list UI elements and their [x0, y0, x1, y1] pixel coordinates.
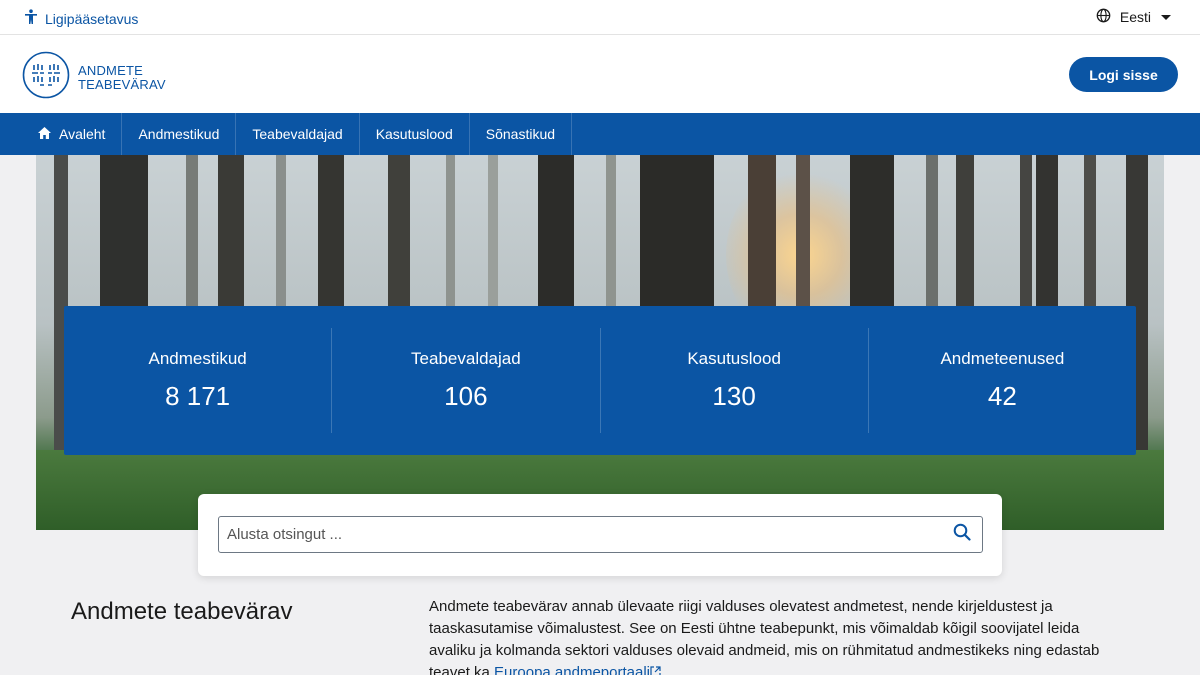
nav-item-label: Kasutuslood [375, 126, 453, 142]
accessibility-link[interactable]: Ligipääsetavus [24, 9, 138, 28]
top-utility-bar: Ligipääsetavus Eesti [0, 0, 1200, 35]
intro-title: Andmete teabevärav [71, 598, 293, 625]
stat-value: 8 171 [165, 381, 231, 411]
search-icon [953, 523, 971, 546]
stat-datasets[interactable]: Andmestikud 8 171 [64, 328, 333, 433]
logo-line-2: TEABEVÄRAV [78, 76, 166, 92]
logo-wordmark: ANDMETE TEABEVÄRAV [78, 62, 166, 92]
intro-link-label: Euroopa andmeportaali [494, 664, 650, 675]
accessibility-icon [24, 9, 38, 28]
nav-item-glossaries[interactable]: Sõnastikud [470, 113, 573, 155]
nav-item-label: Teabevaldajad [252, 126, 343, 142]
login-button[interactable]: Logi sisse [1069, 57, 1178, 92]
stat-label: Andmestikud [148, 349, 247, 368]
statistics-panel: Andmestikud 8 171 Teabevaldajad 106 Kasu… [64, 306, 1136, 455]
nav-item-label: Sõnastikud [485, 126, 556, 142]
stat-value: 42 [987, 381, 1017, 411]
main-navigation: Avaleht Andmestikud Teabevaldajad Kasutu… [0, 113, 1200, 155]
european-data-portal-link[interactable]: Euroopa andmeportaali [494, 664, 661, 675]
language-selector[interactable]: Eesti [1096, 8, 1172, 26]
stat-value: 106 [444, 381, 488, 411]
stat-data-services[interactable]: Andmeteenused 42 [869, 328, 1136, 433]
chevron-down-icon [1160, 9, 1172, 25]
nav-item-label: Avaleht [59, 126, 106, 142]
search-button[interactable] [942, 517, 982, 552]
stat-data-owners[interactable]: Teabevaldajad 106 [332, 328, 601, 433]
stat-use-cases[interactable]: Kasutuslood 130 [601, 328, 869, 433]
nav-item-data-owners[interactable]: Teabevaldajad [236, 113, 360, 155]
stat-label: Teabevaldajad [411, 349, 521, 368]
stat-value: 130 [712, 381, 756, 411]
nav-item-datasets[interactable]: Andmestikud [122, 113, 237, 155]
nav-item-home[interactable]: Avaleht [0, 113, 123, 155]
stat-label: Andmeteenused [940, 349, 1065, 368]
search-card [198, 494, 1002, 576]
site-header: ANDMETE TEABEVÄRAV Logi sisse [0, 35, 1200, 113]
site-logo[interactable]: ANDMETE TEABEVÄRAV [22, 51, 166, 104]
search-box [218, 516, 983, 553]
globe-icon [1096, 8, 1111, 26]
search-input[interactable] [219, 517, 942, 552]
nav-item-label: Andmestikud [138, 126, 220, 142]
external-link-icon [650, 664, 661, 675]
nav-item-use-cases[interactable]: Kasutuslood [360, 113, 470, 155]
stat-label: Kasutuslood [687, 349, 781, 368]
logo-emblem-icon [22, 51, 70, 104]
home-icon [38, 126, 51, 142]
accessibility-label: Ligipääsetavus [45, 10, 139, 27]
intro-text: Andmete teabevärav annab ülevaate riigi … [429, 596, 1129, 675]
language-label: Eesti [1119, 9, 1151, 25]
logo-line-1: ANDMETE [78, 62, 143, 78]
